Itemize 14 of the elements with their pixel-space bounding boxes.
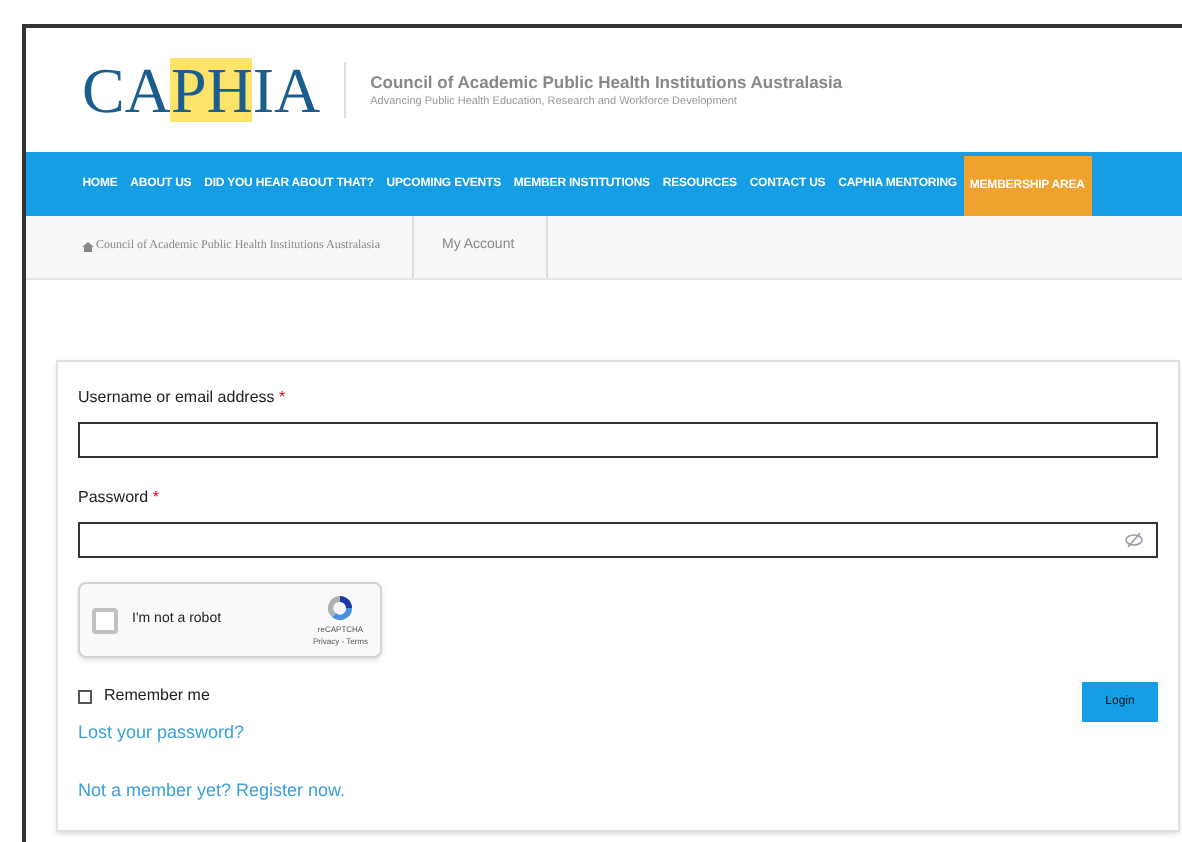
lost-password-link[interactable]: Lost your password?: [78, 720, 346, 747]
remember-label: Remember me: [104, 684, 210, 708]
eye-slash-icon[interactable]: [1124, 532, 1144, 548]
site-title: Council of Academic Public Health Institutions Australasia: [370, 69, 843, 95]
home-icon: [82, 242, 94, 252]
field-label: Username or email address *: [78, 388, 286, 406]
register-link[interactable]: Not a member yet? Register now.: [78, 777, 346, 804]
captcha-checkbox[interactable]: [92, 607, 118, 633]
recaptcha-logo-icon: [324, 592, 357, 624]
logo[interactable]: CAPHIA: [82, 58, 321, 122]
username-field[interactable]: [78, 422, 1158, 458]
field-label: Password *: [78, 488, 159, 506]
password-field[interactable]: [78, 522, 1158, 558]
remember-checkbox[interactable]: [78, 689, 92, 703]
